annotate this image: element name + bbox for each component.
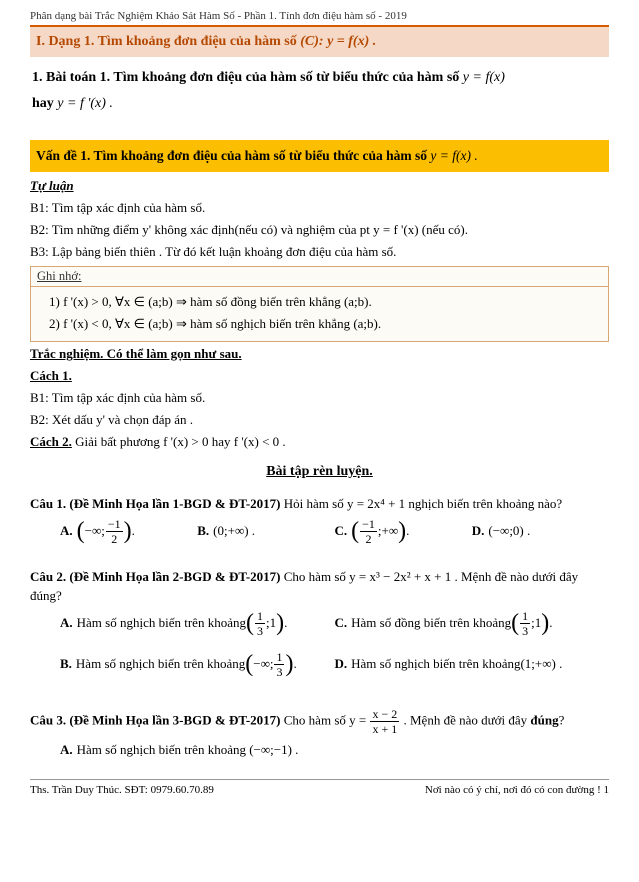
q2-b-num: 1: [274, 651, 284, 665]
q2-a-right: ;1: [266, 614, 276, 632]
choice-letter: C.: [335, 522, 348, 540]
q2-num: Câu 2.: [30, 569, 66, 584]
choice-letter: A.: [60, 522, 73, 540]
q2-c-den: 3: [520, 624, 530, 637]
question-1: Câu 1. (Đề Minh Họa lần 1-BGD & ĐT-2017)…: [30, 494, 609, 514]
choice-letter: D.: [335, 655, 348, 673]
tracnghiem-heading: Trắc nghiệm. Có thể làm gọn như sau.: [30, 346, 609, 362]
q1-c-num: −1: [360, 518, 377, 532]
footer-right: Nơi nào có ý chí, nơi đó có con đường ! …: [425, 784, 609, 796]
q2-choice-b: B. Hàm số nghịch biến trên khoảng (−∞;13…: [60, 651, 335, 678]
q1-text: Hỏi hàm số y = 2x⁴ + 1 nghịch biến trên …: [281, 496, 563, 511]
cach1-b1: B1: Tìm tập xác định của hàm số.: [30, 390, 609, 406]
q3-num: Câu 3.: [30, 712, 66, 727]
q3-tail: ?: [559, 712, 565, 727]
choice-letter: D.: [472, 522, 485, 540]
baitoan-f1: y = f(x): [463, 70, 505, 85]
q1-choice-d: D. (−∞;0) .: [472, 518, 609, 545]
tuluan-label: Tự luận: [30, 178, 609, 194]
q1-d: (−∞;0) .: [488, 522, 530, 540]
q2-choice-d: D. Hàm số nghịch biến trên khoảng (1;+∞)…: [335, 651, 610, 678]
choice-letter: B.: [197, 522, 209, 540]
section-dang-1: I. Dạng 1. Tìm khoảng đơn điệu của hàm s…: [30, 27, 609, 57]
q3-frac-num: x − 2: [370, 708, 399, 722]
baitoan-label: 1. Bài toán 1. Tìm khoảng đơn điệu của h…: [32, 70, 463, 85]
q3-source: (Đề Minh Họa lần 3-BGD & ĐT-2017): [69, 712, 280, 727]
q2-c-num: 1: [520, 610, 530, 624]
q2-a-den: 3: [255, 624, 265, 637]
q2-a-pre: Hàm số nghịch biến trên khoảng: [77, 614, 246, 632]
exercise-heading: Bài tập rèn luyện.: [30, 464, 609, 480]
q2-b-left: −∞;: [253, 655, 273, 673]
q1-choice-a: A. (−∞;−12).: [60, 518, 197, 545]
q2-c-right: ;1: [531, 614, 541, 632]
q2-b-pre: Hàm số nghịch biến trên khoảng: [76, 655, 245, 673]
baitoan-hay: hay: [32, 96, 57, 111]
ghinho-item-2: 2) f '(x) < 0, ∀x ∈ (a;b) ⇒ hàm số nghịc…: [49, 313, 602, 335]
q2-d-pre: Hàm số nghịch biến trên khoảng: [351, 655, 520, 673]
dang-formula: (C): y = f(x) .: [300, 34, 376, 49]
vande-1: Vấn đề 1. Tìm khoảng đơn điệu của hàm số…: [30, 140, 609, 172]
q2-choice-a: A. Hàm số nghịch biến trên khoảng (13;1)…: [60, 610, 335, 637]
ghinho-body: 1) f '(x) > 0, ∀x ∈ (a;b) ⇒ hàm số đồng …: [30, 286, 609, 342]
q3-dung: đúng: [530, 712, 558, 727]
choice-letter: A.: [60, 741, 73, 759]
q1-source: (Đề Minh Họa lần 1-BGD & ĐT-2017): [69, 496, 280, 511]
cach1-label: Cách 1.: [30, 368, 609, 384]
q2-choices: A. Hàm số nghịch biến trên khoảng (13;1)…: [60, 610, 609, 692]
question-3: Câu 3. (Đề Minh Họa lần 3-BGD & ĐT-2017)…: [30, 708, 609, 735]
choice-letter: A.: [60, 614, 73, 632]
q1-a-num: −1: [106, 518, 123, 532]
q1-b: (0;+∞) .: [213, 522, 255, 540]
q1-num: Câu 1.: [30, 496, 66, 511]
q3-choice-a: A. Hàm số nghịch biến trên khoảng (−∞;−1…: [60, 741, 609, 759]
q3-choices: A. Hàm số nghịch biến trên khoảng (−∞;−1…: [60, 741, 609, 759]
q1-a-den: 2: [109, 532, 119, 545]
q2-c-pre: Hàm số đồng biến trên khoảng: [351, 614, 511, 632]
cach1-b2: B2: Xét dấu y' và chọn đáp án .: [30, 412, 609, 428]
tuluan-b2: B2: Tìm những điểm y' không xác định(nếu…: [30, 222, 609, 238]
baitoan-1: 1. Bài toán 1. Tìm khoảng đơn điệu của h…: [30, 57, 609, 123]
vande-formula: y = f(x) .: [430, 148, 477, 163]
cach2-text: Giải bất phương f '(x) > 0 hay f '(x) < …: [72, 434, 286, 449]
q3-frac-den: x + 1: [370, 722, 399, 735]
q1-c-right: ;+∞: [378, 522, 398, 540]
choice-letter: B.: [60, 655, 72, 673]
baitoan-f2: y = f '(x) .: [57, 96, 113, 111]
q1-a-left: −∞;: [85, 522, 105, 540]
ghinho-item-1: 1) f '(x) > 0, ∀x ∈ (a;b) ⇒ hàm số đồng …: [49, 291, 602, 313]
tuluan-b3: B3: Lập bảng biến thiên . Từ đó kết luận…: [30, 244, 609, 260]
vande-label: Vấn đề 1. Tìm khoảng đơn điệu của hàm số…: [36, 148, 430, 163]
question-2: Câu 2. (Đề Minh Họa lần 2-BGD & ĐT-2017)…: [30, 567, 609, 606]
ghinho-title: Ghi nhớ:: [30, 266, 609, 286]
q1-choice-c: C. (−12;+∞).: [335, 518, 472, 545]
q2-b-den: 3: [274, 665, 284, 678]
choice-letter: C.: [335, 614, 348, 632]
q3-a: Hàm số nghịch biến trên khoảng (−∞;−1) .: [77, 741, 299, 759]
page-footer: Ths. Trần Duy Thúc. SĐT: 0979.60.70.89 N…: [30, 779, 609, 796]
footer-left: Ths. Trần Duy Thúc. SĐT: 0979.60.70.89: [30, 784, 214, 796]
q2-choice-c: C. Hàm số đồng biến trên khoảng (13;1).: [335, 610, 610, 637]
q1-choices: A. (−∞;−12). B. (0;+∞) . C. (−12;+∞). D.…: [60, 518, 609, 551]
q3-text-pre: Cho hàm số y =: [281, 712, 370, 727]
tuluan-b1: B1: Tìm tập xác định của hàm số.: [30, 200, 609, 216]
q2-d-interval: (1;+∞) .: [520, 655, 562, 673]
q3-text-post: . Mệnh đề nào dưới đây: [400, 712, 530, 727]
q2-source: (Đề Minh Họa lần 2-BGD & ĐT-2017): [69, 569, 280, 584]
q1-c-den: 2: [364, 532, 374, 545]
page-header: Phân dạng bài Trắc Nghiệm Khảo Sát Hàm S…: [30, 10, 609, 22]
dang-label: I. Dạng 1. Tìm khoảng đơn điệu của hàm s…: [36, 34, 300, 49]
q1-choice-b: B. (0;+∞) .: [197, 518, 334, 545]
cach2-line: Cách 2. Giải bất phương f '(x) > 0 hay f…: [30, 434, 609, 450]
cach2-label: Cách 2.: [30, 434, 72, 449]
q2-a-num: 1: [255, 610, 265, 624]
